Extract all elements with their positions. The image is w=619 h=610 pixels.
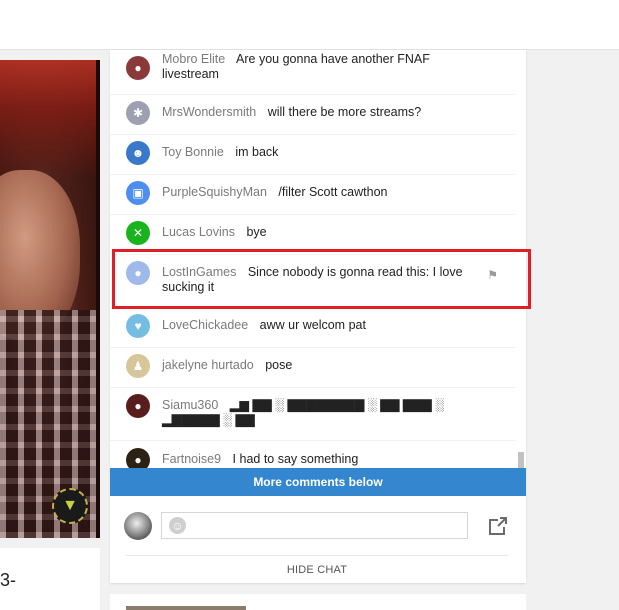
chat-author[interactable]: Fartnoise9	[162, 452, 221, 466]
user-avatar-icon: ●	[126, 394, 150, 418]
chat-text: I had to say something	[232, 452, 359, 466]
live-chat-panel: ● Mobro Elite Are you gonna have another…	[110, 50, 526, 583]
user-avatar-icon: ●	[126, 448, 150, 468]
chat-author[interactable]: Mobro Elite	[162, 52, 225, 66]
hide-chat-button[interactable]: HIDE CHAT	[126, 564, 508, 576]
current-user-avatar	[124, 512, 152, 540]
next-card-thumbnail[interactable]	[126, 606, 246, 610]
message-divider	[110, 94, 516, 95]
chat-message-highlighted: ● LostInGames Since nobody is gonna read…	[110, 261, 516, 301]
chat-message: ♟ jakelyne hurtado pose	[110, 354, 516, 380]
message-divider	[110, 174, 516, 175]
user-avatar-icon: ●	[126, 56, 150, 80]
chat-messages: ● Mobro Elite Are you gonna have another…	[110, 50, 526, 468]
scrollbar-thumb[interactable]	[518, 452, 524, 468]
chat-message: ● Mobro Elite Are you gonna have another…	[110, 50, 516, 88]
video-edge	[96, 60, 100, 538]
chat-text: bye	[246, 225, 267, 239]
chat-message: ● Siamu360 ▂▆ ▇▇ ░ ▇▇▇▇▇▇▇▇ ░ ▇▇ ▇▇▇ ░ ▂…	[110, 394, 516, 434]
chat-message: ♥ LoveChickadee aww ur welcom pat	[110, 314, 516, 340]
more-comments-button[interactable]: More comments below	[110, 468, 526, 496]
chat-input[interactable]: ☺	[161, 512, 468, 539]
message-divider	[110, 254, 516, 255]
user-avatar-icon: ●	[126, 261, 150, 285]
chat-author[interactable]: LoveChickadee	[162, 318, 248, 332]
message-divider	[110, 308, 516, 309]
chat-message: ✱ MrsWondersmith will there be more stre…	[110, 101, 516, 127]
chat-message: ✕ Lucas Lovins bye	[110, 221, 516, 247]
user-avatar-icon: ✕	[126, 221, 150, 245]
next-card	[110, 594, 526, 610]
chat-input-row: ☺	[110, 496, 526, 556]
message-divider	[110, 134, 516, 135]
chat-author[interactable]: Siamu360	[162, 398, 218, 412]
flag-icon[interactable]: ⚑	[487, 268, 498, 283]
user-avatar-icon: ♥	[126, 314, 150, 338]
video-player[interactable]: ▼	[0, 60, 100, 538]
chat-author[interactable]: PurpleSquishyMan	[162, 185, 267, 199]
video-info-card: 3-	[0, 548, 100, 610]
emoji-icon[interactable]: ☺	[169, 517, 186, 534]
top-bar	[0, 0, 619, 50]
channel-logo-icon: ▼	[52, 488, 88, 524]
chat-author[interactable]: jakelyne hurtado	[162, 358, 254, 372]
chat-author[interactable]: Toy Bonnie	[162, 145, 224, 159]
chat-text: will there be more streams?	[267, 105, 422, 119]
message-divider	[110, 347, 516, 348]
chat-text: /filter Scott cawthon	[278, 185, 388, 199]
message-divider	[110, 440, 516, 441]
message-divider	[110, 214, 516, 215]
chat-author[interactable]: MrsWondersmith	[162, 105, 256, 119]
video-lighting	[0, 60, 100, 180]
chat-message: ● Fartnoise9 I had to say something	[110, 448, 516, 468]
chat-text: pose	[265, 358, 293, 372]
chat-message: ▣ PurpleSquishyMan /filter Scott cawthon	[110, 181, 516, 207]
chat-text: aww ur welcom pat	[259, 318, 366, 332]
user-avatar-icon: ♟	[126, 354, 150, 378]
popout-icon[interactable]	[488, 516, 508, 536]
chat-author[interactable]: Lucas Lovins	[162, 225, 235, 239]
user-avatar-icon: ☻	[126, 141, 150, 165]
user-avatar-icon: ✱	[126, 101, 150, 125]
chat-author[interactable]: LostInGames	[162, 265, 236, 279]
user-avatar-icon: ▣	[126, 181, 150, 205]
chat-scrollbar[interactable]	[516, 50, 526, 468]
video-title-snippet: 3-	[0, 570, 17, 590]
message-divider	[110, 387, 516, 388]
chat-text: im back	[235, 145, 279, 159]
chat-message: ☻ Toy Bonnie im back	[110, 141, 516, 167]
hide-chat-row: HIDE CHAT	[126, 555, 508, 583]
